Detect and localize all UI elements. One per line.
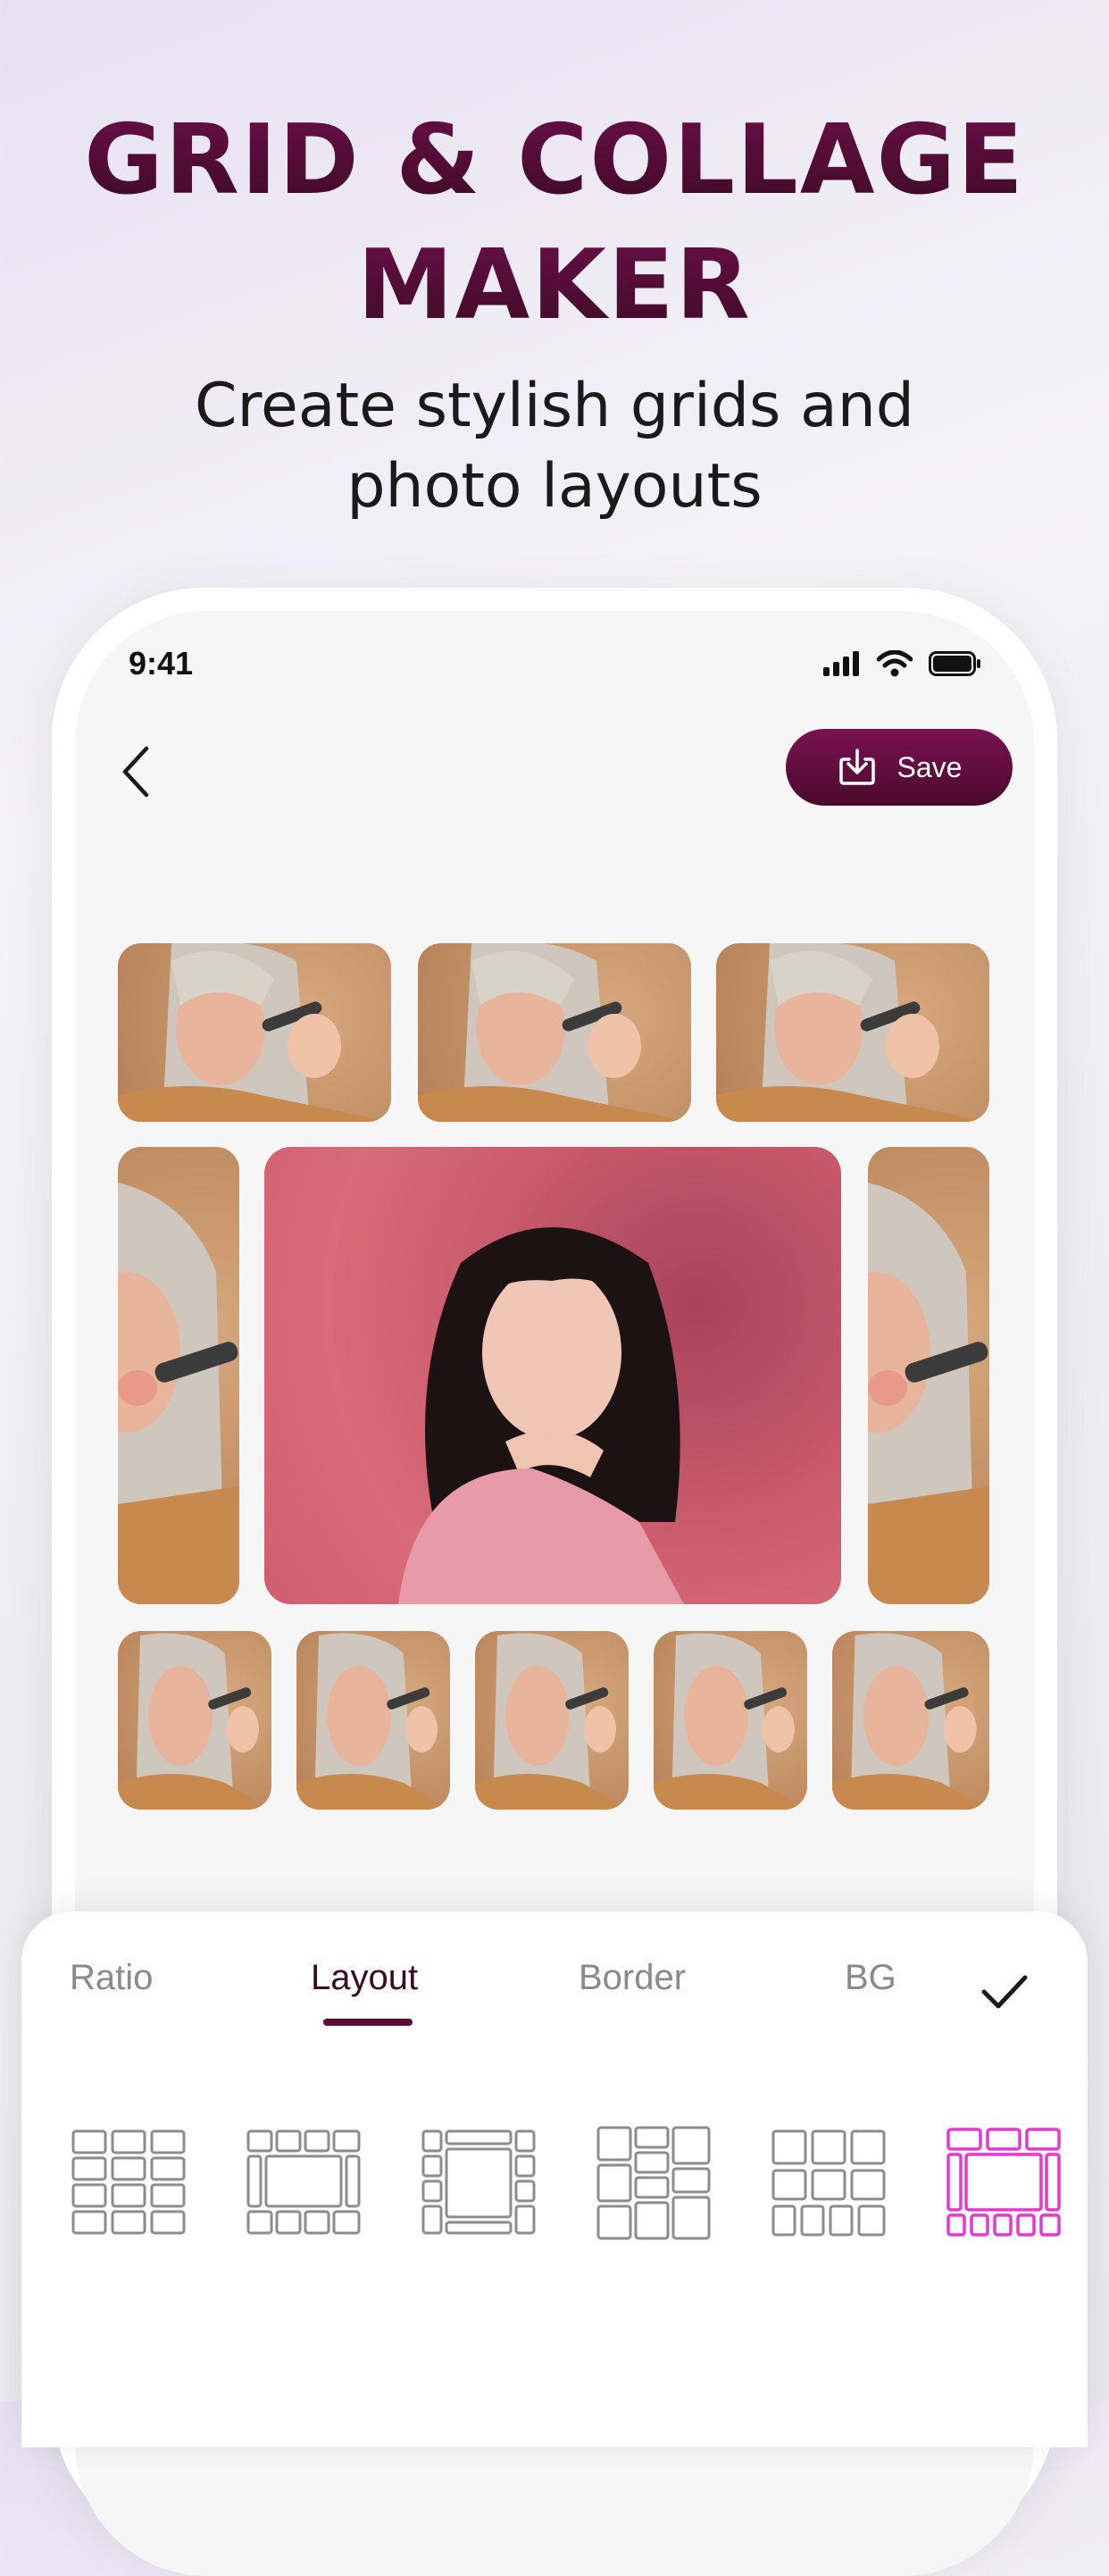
collage-photo[interactable] bbox=[475, 1631, 629, 1810]
download-icon bbox=[838, 749, 875, 785]
portrait-image bbox=[118, 1183, 239, 1604]
collage-photo[interactable] bbox=[868, 1147, 989, 1604]
tab-ratio[interactable]: Ratio bbox=[70, 1958, 153, 1998]
layout-center-column-icon bbox=[421, 2129, 536, 2235]
bottom-sheet: Ratio Layout Border BG bbox=[21, 1911, 1088, 2447]
status-icons bbox=[823, 650, 980, 677]
layout-option-center-column[interactable] bbox=[420, 2124, 538, 2242]
status-time: 9:41 bbox=[129, 645, 194, 682]
collage-photo[interactable] bbox=[118, 1631, 271, 1810]
collage-photo[interactable] bbox=[118, 1147, 239, 1604]
portrait-image bbox=[654, 1633, 807, 1810]
tab-layout[interactable]: Layout bbox=[311, 1958, 418, 1998]
layout-option-hero-frame[interactable] bbox=[945, 2124, 1063, 2242]
wifi-icon bbox=[877, 650, 913, 677]
checkmark-icon bbox=[981, 1975, 1028, 2009]
portrait-image bbox=[716, 943, 989, 1122]
portrait-image bbox=[118, 1633, 271, 1810]
portrait-image bbox=[398, 1227, 684, 1604]
collage-photo[interactable] bbox=[296, 1631, 450, 1810]
layout-option-grid[interactable] bbox=[70, 2124, 188, 2242]
layout-grid-3-3-4-icon bbox=[771, 2129, 886, 2237]
layout-hero-frame-icon bbox=[946, 2128, 1061, 2237]
portrait-image bbox=[868, 1183, 989, 1604]
subtitle-line-2: photo layouts bbox=[346, 451, 763, 522]
layout-banner-icon bbox=[246, 2129, 361, 2235]
collage-main-photo[interactable] bbox=[264, 1147, 841, 1604]
headline-line-2: MAKER bbox=[0, 223, 1109, 348]
layout-grid-icon bbox=[71, 2129, 186, 2235]
collage-photo[interactable] bbox=[832, 1631, 989, 1810]
save-label: Save bbox=[896, 750, 963, 783]
signal-icon bbox=[823, 651, 859, 676]
collage-photo[interactable] bbox=[118, 943, 391, 1122]
layout-mosaic-icon bbox=[596, 2126, 711, 2240]
layout-option-grid-3-3-4[interactable] bbox=[770, 2124, 888, 2242]
collage-photo[interactable] bbox=[654, 1631, 807, 1810]
headline-line-1: GRID & COLLAGE bbox=[0, 98, 1109, 223]
active-tab-indicator bbox=[323, 2019, 413, 2026]
tab-border[interactable]: Border bbox=[579, 1958, 686, 1998]
tab-bg[interactable]: BG bbox=[845, 1958, 896, 1998]
portrait-image bbox=[475, 1633, 629, 1810]
confirm-button[interactable] bbox=[977, 1965, 1030, 2019]
portrait-image bbox=[418, 943, 691, 1122]
portrait-image bbox=[296, 1633, 450, 1810]
layout-option-banner[interactable] bbox=[245, 2124, 363, 2242]
portrait-image bbox=[118, 943, 391, 1122]
subtitle-line-1: Create stylish grids and bbox=[195, 371, 914, 441]
back-button[interactable] bbox=[111, 736, 164, 807]
collage-photo[interactable] bbox=[716, 943, 989, 1122]
save-button[interactable]: Save bbox=[786, 729, 1013, 806]
battery-icon bbox=[929, 651, 980, 676]
portrait-image bbox=[832, 1633, 989, 1810]
back-icon bbox=[122, 746, 149, 798]
collage-photo[interactable] bbox=[418, 943, 691, 1122]
layout-option-mosaic[interactable] bbox=[595, 2124, 713, 2242]
